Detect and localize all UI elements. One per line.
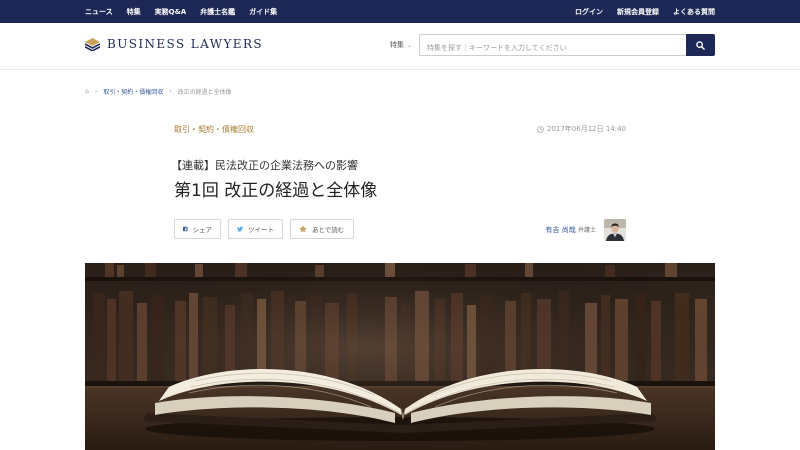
site-header: BUSINESS LAWYERS 特集 ⌄ <box>0 23 800 70</box>
top-nav-bar: ニュース 特集 実務Q&A 弁護士名鑑 ガイド集 ログイン 新規会員登録 よくあ… <box>0 0 800 23</box>
site-logo[interactable]: BUSINESS LAWYERS <box>85 37 263 51</box>
nav-login[interactable]: ログイン <box>575 7 603 17</box>
avatar-portrait-icon <box>604 219 626 241</box>
article-title: 第1回 改正の経過と全体像 <box>174 181 378 201</box>
author-name[interactable]: 有吉 尚哉 <box>546 226 576 234</box>
read-later-label: あとで読む <box>312 226 345 234</box>
star-icon <box>299 225 307 233</box>
breadcrumb-separator: › <box>94 88 98 95</box>
nav-lawyer-directory[interactable]: 弁護士名鑑 <box>200 7 235 17</box>
author-title: 弁護士 <box>577 227 596 234</box>
logo-text: BUSINESS LAWYERS <box>107 37 264 51</box>
chevron-down-icon: ⌄ <box>407 41 413 49</box>
author-name-line: 有吉 尚哉 弁護士 <box>546 225 596 235</box>
twitter-share-label: ツイート <box>248 226 274 234</box>
author-info[interactable]: 有吉 尚哉 弁護士 <box>546 219 626 241</box>
nav-guides[interactable]: ガイド集 <box>249 7 277 17</box>
breadcrumb: ⌂ › 取引・契約・債権回収 › 改正の経過と全体像 <box>85 87 232 96</box>
share-buttons: シェア ツイート あとで読む <box>174 219 354 239</box>
article-timestamp: 2017年06月12日 14:40 <box>537 124 626 134</box>
search-box <box>419 34 687 58</box>
search-scope-label: 特集 <box>390 41 404 49</box>
breadcrumb-separator: › <box>169 88 172 95</box>
twitter-icon <box>237 226 243 232</box>
top-nav-right: ログイン 新規会員登録 よくある質問 <box>575 0 715 23</box>
facebook-share-label: シェア <box>192 226 213 234</box>
facebook-share-button[interactable]: シェア <box>174 219 221 239</box>
nav-register[interactable]: 新規会員登録 <box>617 7 659 17</box>
article-category[interactable]: 取引・契約・債権回収 <box>174 124 254 135</box>
facebook-icon <box>183 226 188 232</box>
nav-qa[interactable]: 実務Q&A <box>155 7 186 17</box>
twitter-share-button[interactable]: ツイート <box>228 219 283 239</box>
search-input[interactable] <box>420 38 687 58</box>
open-book-library-illustration <box>85 263 715 450</box>
hero-image <box>85 263 715 450</box>
nav-features[interactable]: 特集 <box>127 7 141 17</box>
breadcrumb-category[interactable]: 取引・契約・債権回収 <box>103 87 163 96</box>
home-icon[interactable]: ⌂ <box>85 88 89 95</box>
search-scope-select[interactable]: 特集 ⌄ <box>390 40 412 50</box>
article-date: 2017年06月12日 14:40 <box>546 125 626 133</box>
read-later-button[interactable]: あとで読む <box>290 219 354 239</box>
clock-icon <box>537 125 544 133</box>
search-button[interactable] <box>686 34 715 56</box>
search-icon <box>696 40 705 50</box>
breadcrumb-current: 改正の経過と全体像 <box>177 89 232 96</box>
top-nav-left: ニュース 特集 実務Q&A 弁護士名鑑 ガイド集 <box>85 0 277 23</box>
article-series: 【連載】民法改正の企業法務への影響 <box>171 159 358 172</box>
logo-mark-icon <box>85 37 100 51</box>
nav-news[interactable]: ニュース <box>85 7 113 17</box>
nav-faq[interactable]: よくある質問 <box>673 7 715 17</box>
avatar[interactable] <box>604 219 626 241</box>
